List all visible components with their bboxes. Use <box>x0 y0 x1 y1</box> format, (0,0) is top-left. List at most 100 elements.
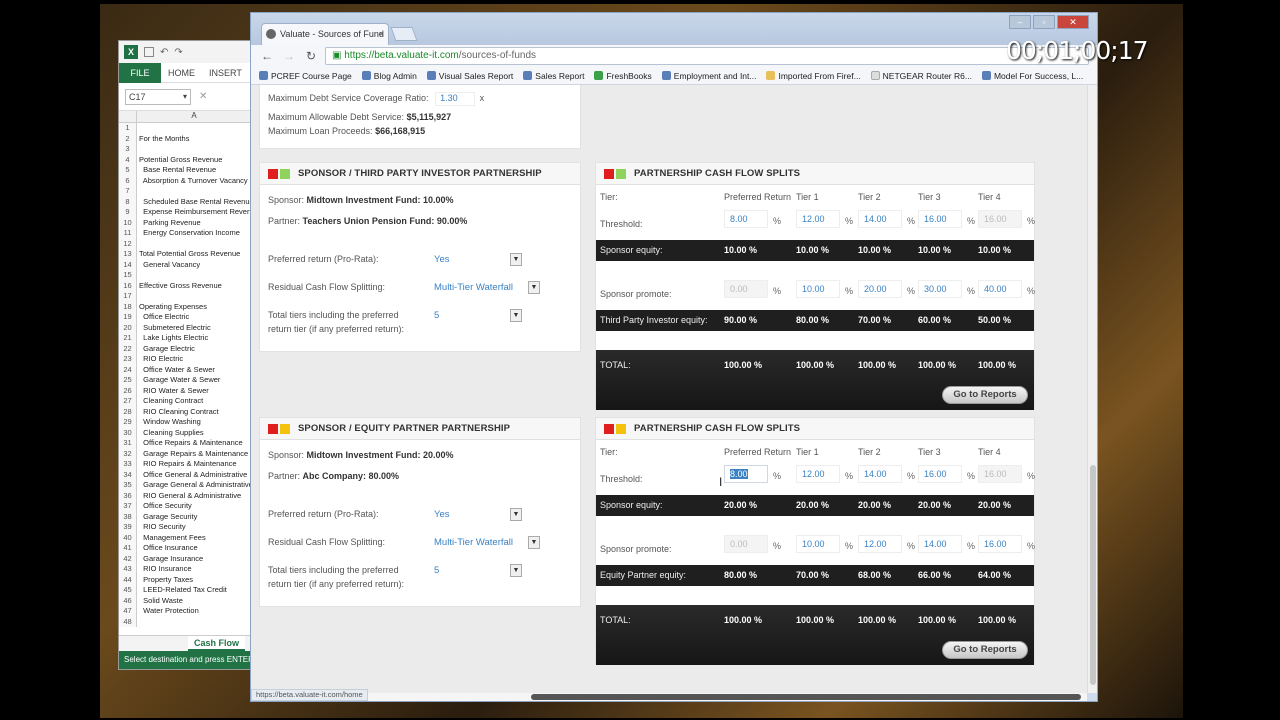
undo-icon[interactable]: ↶ <box>160 47 168 58</box>
cell-a[interactable]: General Vacancy <box>137 260 251 271</box>
cell-a[interactable]: Submetered Electric <box>137 323 251 334</box>
close-window-button[interactable]: ✕ <box>1057 15 1089 29</box>
row-number[interactable]: 5 <box>119 165 137 176</box>
row-number[interactable]: 1 <box>119 123 137 134</box>
dropdown-arrow-icon[interactable]: ▼ <box>528 536 540 549</box>
sheet-tab-cash-flow[interactable]: Cash Flow <box>187 636 245 651</box>
sponsor-promote-input[interactable]: 30.00 <box>918 280 962 298</box>
row-number[interactable]: 8 <box>119 196 137 207</box>
bookmark-item[interactable]: Sales Report <box>523 71 584 81</box>
row-number[interactable]: 32 <box>119 448 137 459</box>
sponsor-promote-input[interactable]: 10.00 <box>796 280 840 298</box>
row-number[interactable]: 28 <box>119 406 137 417</box>
tiers-select[interactable]: 5 ▼ <box>432 563 522 579</box>
row-number[interactable]: 39 <box>119 522 137 533</box>
cell-a[interactable] <box>137 291 251 302</box>
sponsor-promote-input[interactable]: 10.00 <box>796 535 840 553</box>
sheet-row[interactable]: 29 Window Washing <box>119 417 251 428</box>
cell-a[interactable]: Office Water & Sewer <box>137 365 251 376</box>
sheet-row[interactable]: 24 Office Water & Sewer <box>119 364 251 376</box>
cell-a[interactable]: Solid Waste <box>137 596 251 607</box>
row-number[interactable]: 30 <box>119 427 137 438</box>
sheet-row[interactable]: 32 Garage Repairs & Maintenance <box>119 448 251 459</box>
cell-a[interactable]: Cleaning Supplies <box>137 428 251 439</box>
cell-a[interactable]: LEED-Related Tax Credit <box>137 585 251 596</box>
cell-a[interactable]: Parking Revenue <box>137 218 251 229</box>
sheet-row[interactable]: 42 Garage Insurance <box>119 553 251 565</box>
cell-a[interactable]: Property Taxes <box>137 575 251 586</box>
row-number[interactable]: 11 <box>119 228 137 239</box>
sponsor-promote-input[interactable]: 14.00 <box>918 535 962 553</box>
row-number[interactable]: 46 <box>119 595 137 606</box>
cell-a[interactable]: RIO Cleaning Contract <box>137 407 251 418</box>
browser-tab[interactable]: Valuate - Sources of Fund × <box>261 23 389 45</box>
sheet-row[interactable]: 40 Management Fees <box>119 532 251 544</box>
sheet-row[interactable]: 13 Total Potential Gross Revenue <box>119 249 251 260</box>
cell-a[interactable]: Garage General & Administrative <box>137 480 251 491</box>
bookmark-item[interactable]: Employment and Int... <box>661 71 756 81</box>
scroll-thumb[interactable] <box>1090 465 1096 685</box>
vertical-scrollbar[interactable] <box>1087 85 1097 693</box>
row-number[interactable]: 47 <box>119 606 137 617</box>
row-number[interactable]: 19 <box>119 312 137 323</box>
row-number[interactable]: 31 <box>119 438 137 449</box>
maximize-button[interactable]: ▫ <box>1033 15 1055 29</box>
sheet-row[interactable]: 37 Office Security <box>119 501 251 512</box>
row-number[interactable]: 20 <box>119 322 137 333</box>
cell-a[interactable]: RIO Insurance <box>137 564 251 575</box>
sheet-row[interactable]: 16 Effective Gross Revenue <box>119 280 251 291</box>
threshold-input[interactable]: 14.00 <box>858 210 902 228</box>
sheet-row[interactable]: 45 LEED-Related Tax Credit <box>119 585 251 596</box>
dropdown-arrow-icon[interactable]: ▼ <box>510 253 522 266</box>
sheet-row[interactable]: 2 For the Months <box>119 133 251 144</box>
sheet-row[interactable]: 44 Property Taxes <box>119 574 251 586</box>
row-number[interactable]: 43 <box>119 564 137 575</box>
sponsor-promote-input[interactable]: 12.00 <box>858 535 902 553</box>
sponsor-promote-input[interactable]: 40.00 <box>978 280 1022 298</box>
row-number[interactable]: 22 <box>119 343 137 354</box>
row-number[interactable]: 45 <box>119 585 137 596</box>
sponsor-promote-input[interactable]: 16.00 <box>978 535 1022 553</box>
close-tab-icon[interactable]: × <box>379 24 384 44</box>
sheet-row[interactable]: 10 Parking Revenue <box>119 217 251 229</box>
cell-a[interactable]: Garage Insurance <box>137 554 251 565</box>
bookmark-item[interactable]: NETGEAR Router R6... <box>870 71 972 81</box>
go-to-reports-button[interactable]: Go to Reports <box>942 641 1028 659</box>
cell-a[interactable]: Office Insurance <box>137 543 251 554</box>
row-number[interactable]: 42 <box>119 553 137 564</box>
bookmark-item[interactable]: Model For Success, L... <box>981 71 1083 81</box>
row-number[interactable]: 15 <box>119 270 137 281</box>
threshold-input[interactable]: 8.00 <box>724 465 768 483</box>
sheet-row[interactable]: 11 Energy Conservation Income <box>119 228 251 239</box>
threshold-input[interactable]: 16.00 <box>918 465 962 483</box>
cell-a[interactable]: Management Fees <box>137 533 251 544</box>
cell-a[interactable]: RIO General & Administrative <box>137 491 251 502</box>
row-number[interactable]: 16 <box>119 280 137 291</box>
row-number[interactable]: 4 <box>119 154 137 165</box>
row-number[interactable]: 27 <box>119 396 137 407</box>
sheet-row[interactable]: 33 RIO Repairs & Maintenance <box>119 459 251 470</box>
sheet-row[interactable]: 26 RIO Water & Sewer <box>119 385 251 396</box>
cell-a[interactable]: RIO Security <box>137 522 251 533</box>
cell-a[interactable]: Energy Conservation Income <box>137 228 251 239</box>
cell-a[interactable] <box>137 144 251 155</box>
home-tab[interactable]: HOME <box>161 68 202 78</box>
residual-select[interactable]: Multi-Tier Waterfall ▼ <box>432 280 540 296</box>
save-icon[interactable] <box>144 47 154 57</box>
bookmark-item[interactable]: PCREF Course Page <box>259 71 352 81</box>
threshold-input[interactable]: 12.00 <box>796 210 840 228</box>
go-to-reports-button[interactable]: Go to Reports <box>942 386 1028 404</box>
dropdown-arrow-icon[interactable]: ▼ <box>510 508 522 521</box>
horizontal-scroll-thumb[interactable] <box>531 694 1081 700</box>
bookmark-item[interactable]: Blog Admin <box>361 71 417 81</box>
cell-a[interactable]: Window Washing <box>137 417 251 428</box>
excel-window[interactable]: X ↶ ↷ FILE HOME INSERT C17 ✕ A 12For the… <box>118 40 252 670</box>
cell-a[interactable]: Operating Expenses <box>137 302 251 313</box>
row-number[interactable]: 34 <box>119 469 137 480</box>
cell-a[interactable]: Absorption & Turnover Vacancy <box>137 176 251 187</box>
cell-a[interactable] <box>137 239 251 250</box>
sheet-row[interactable]: 14 General Vacancy <box>119 259 251 271</box>
cell-a[interactable]: Office Repairs & Maintenance <box>137 438 251 449</box>
bookmark-folder[interactable]: Imported From Firef... <box>766 71 861 81</box>
sheet-row[interactable]: 31 Office Repairs & Maintenance <box>119 438 251 449</box>
